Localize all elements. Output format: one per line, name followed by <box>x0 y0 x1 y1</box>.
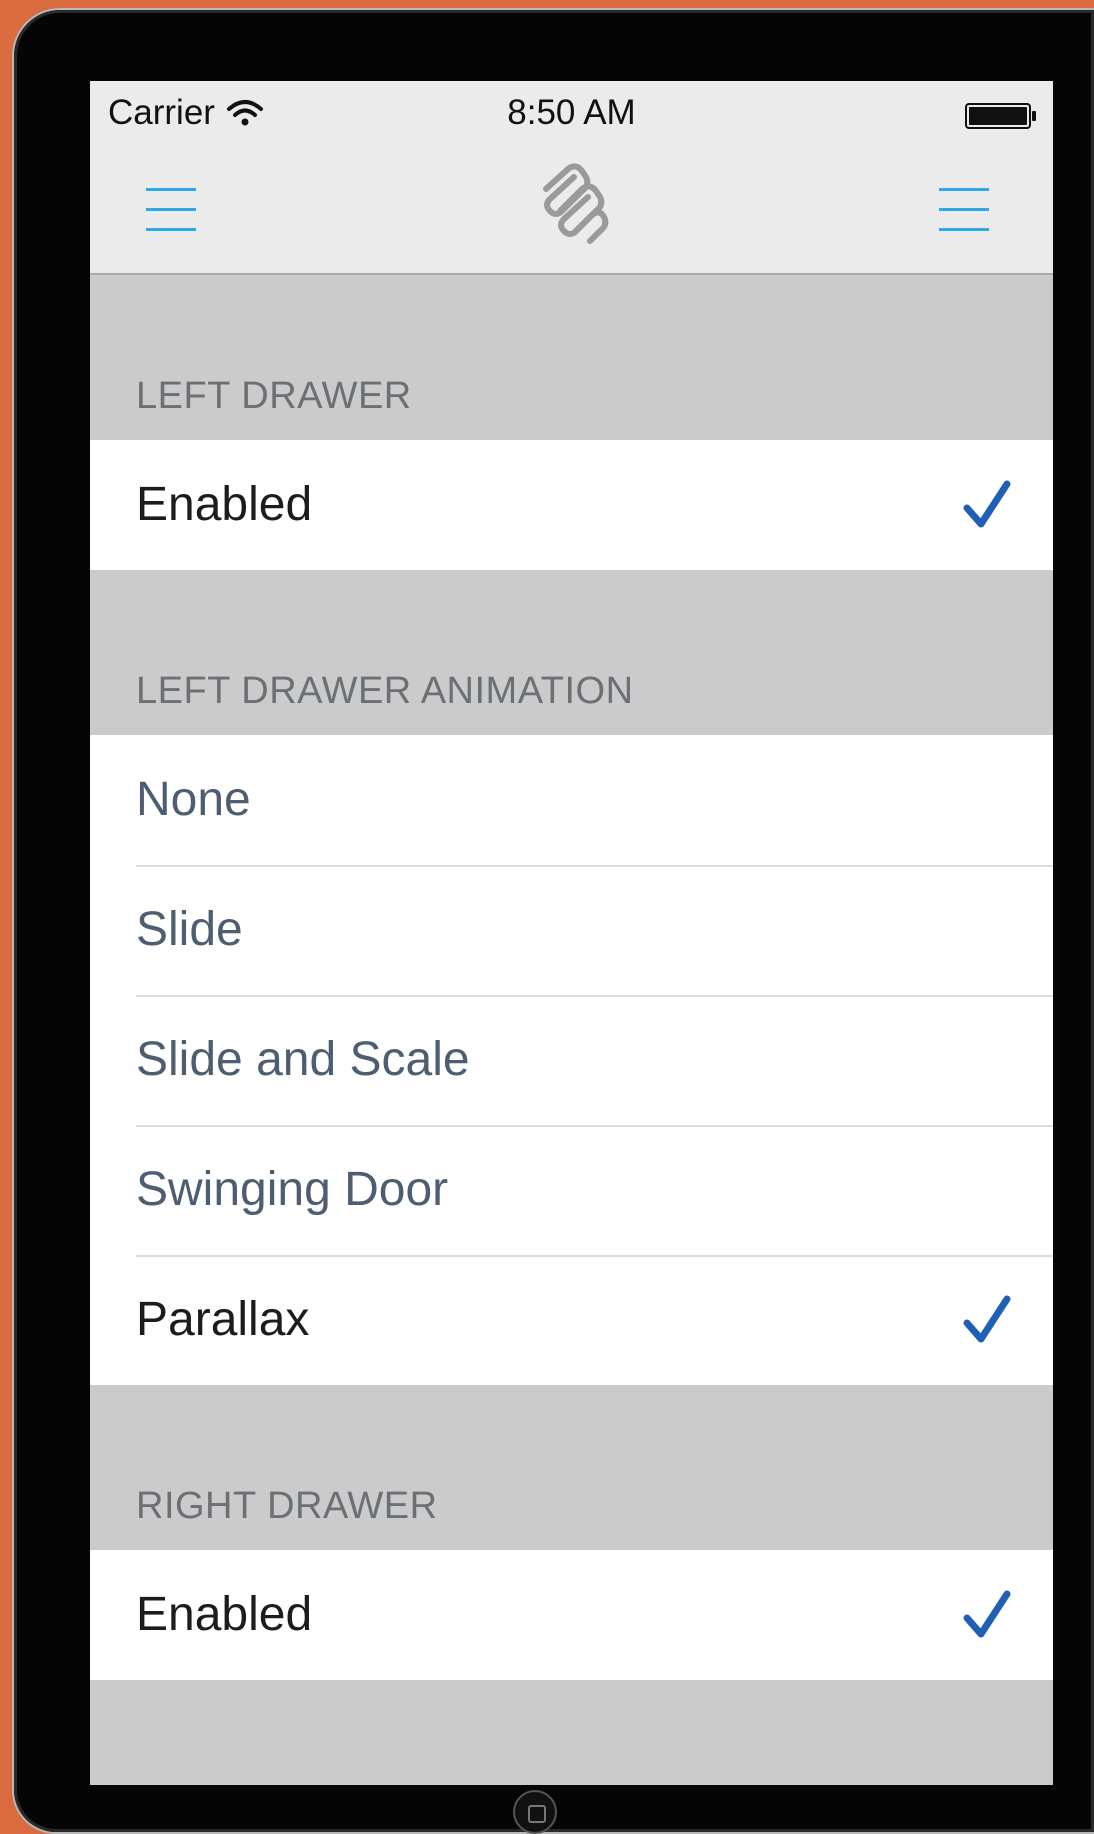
home-button[interactable] <box>513 1790 557 1834</box>
checkmark-icon <box>963 1590 1011 1638</box>
section-left-drawer: Enabled <box>90 440 1053 570</box>
section-left-drawer-animation: None Slide Slide and Scale Swinging Door… <box>90 735 1053 1385</box>
section-header-left-drawer-animation: LEFT DRAWER ANIMATION <box>90 570 1053 735</box>
animation-row-swinging-door[interactable]: Swinging Door <box>90 1125 1053 1255</box>
row-label: Slide and Scale <box>136 1033 470 1086</box>
animation-row-none[interactable]: None <box>90 735 1053 865</box>
animation-row-slide[interactable]: Slide <box>90 865 1053 995</box>
right-drawer-button[interactable] <box>935 177 995 243</box>
row-label: None <box>136 773 251 826</box>
row-label: Enabled <box>136 478 313 531</box>
hamburger-menu-icon <box>146 188 196 231</box>
left-drawer-button[interactable] <box>142 177 202 243</box>
section-title: RIGHT DRAWER <box>136 1485 438 1527</box>
battery-icon <box>965 103 1036 129</box>
left-drawer-enabled-row[interactable]: Enabled <box>90 440 1053 570</box>
row-label: Swinging Door <box>136 1163 449 1216</box>
right-drawer-enabled-row[interactable]: Enabled <box>90 1550 1053 1680</box>
section-header-right-drawer: RIGHT DRAWER <box>90 1385 1053 1550</box>
status-time: 8:50 AM <box>507 93 636 132</box>
row-label: Enabled <box>136 1588 313 1641</box>
section-right-drawer: Enabled <box>90 1550 1053 1680</box>
section-title: LEFT DRAWER <box>136 375 412 417</box>
status-bar: Carrier 8:50 AM <box>90 81 1053 145</box>
animation-row-parallax[interactable]: Parallax <box>90 1255 1053 1385</box>
row-label: Parallax <box>136 1293 310 1346</box>
section-header-left-drawer: LEFT DRAWER <box>90 275 1053 440</box>
paperclip-logo-icon <box>543 163 609 244</box>
screen: Carrier 8:50 AM LEFT DRAWER Enabled LEFT… <box>90 81 1053 1785</box>
section-title: LEFT DRAWER ANIMATION <box>136 670 634 712</box>
animation-row-slide-and-scale[interactable]: Slide and Scale <box>90 995 1053 1125</box>
checkmark-icon <box>963 1295 1011 1343</box>
hamburger-menu-icon <box>939 188 989 231</box>
navigation-bar: Carrier 8:50 AM <box>90 81 1053 275</box>
checkmark-icon <box>963 480 1011 528</box>
row-label: Slide <box>136 903 243 956</box>
device-frame: Carrier 8:50 AM LEFT DRAWER Enabled LEFT… <box>14 10 1094 1832</box>
settings-table: LEFT DRAWER Enabled LEFT DRAWER ANIMATIO… <box>90 275 1053 1680</box>
